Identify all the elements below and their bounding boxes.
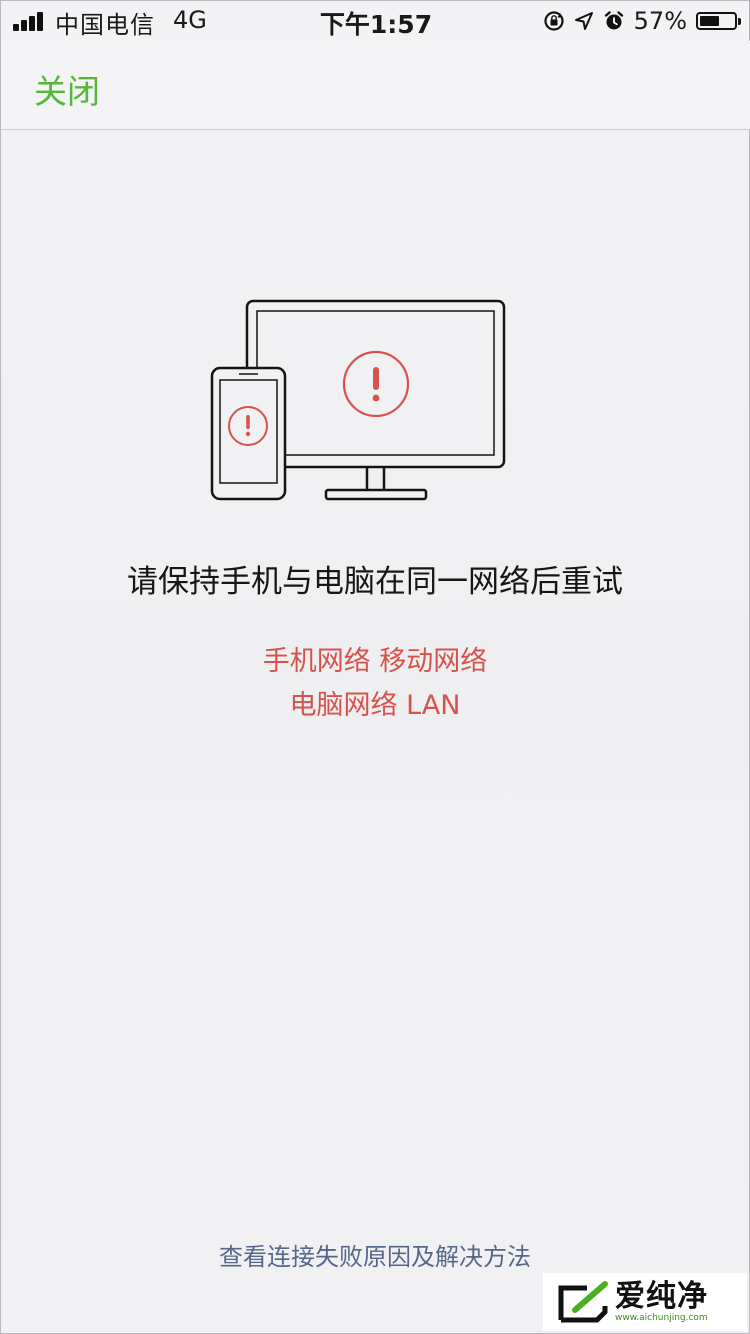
screen: 中国电信 4G 下午1:57 57% 关闭 请保持手机与电脑在同一网络后重试 手… [0, 0, 750, 1334]
watermark-title: 爱纯净 [615, 1278, 708, 1314]
phone-network-info: 手机网络 移动网络 [262, 646, 488, 677]
watermark-text: 爱纯净 www.aichunjing.com [615, 1278, 708, 1323]
battery-percent: 57% [633, 7, 687, 35]
navigation-bar: 关闭 [1, 41, 750, 130]
connection-illustration [210, 299, 506, 501]
close-button[interactable]: 关闭 [34, 65, 100, 113]
watermark: 爱纯净 www.aichunjing.com [543, 1273, 747, 1331]
status-bar: 中国电信 4G 下午1:57 57% [1, 1, 750, 41]
troubleshoot-link[interactable]: 查看连接失败原因及解决方法 [1, 1237, 749, 1272]
watermark-url: www.aichunjing.com [615, 1312, 708, 1323]
rotation-lock-icon [544, 11, 564, 31]
location-arrow-icon [574, 12, 593, 30]
alarm-icon [604, 11, 623, 30]
battery-fill [700, 16, 719, 26]
retry-message: 请保持手机与电脑在同一网络后重试 [127, 564, 623, 600]
status-icons: 57% [543, 6, 741, 36]
pc-network-info: 电脑网络 LAN [289, 690, 461, 721]
watermark-logo-icon [557, 1280, 609, 1324]
battery-icon [696, 12, 741, 30]
